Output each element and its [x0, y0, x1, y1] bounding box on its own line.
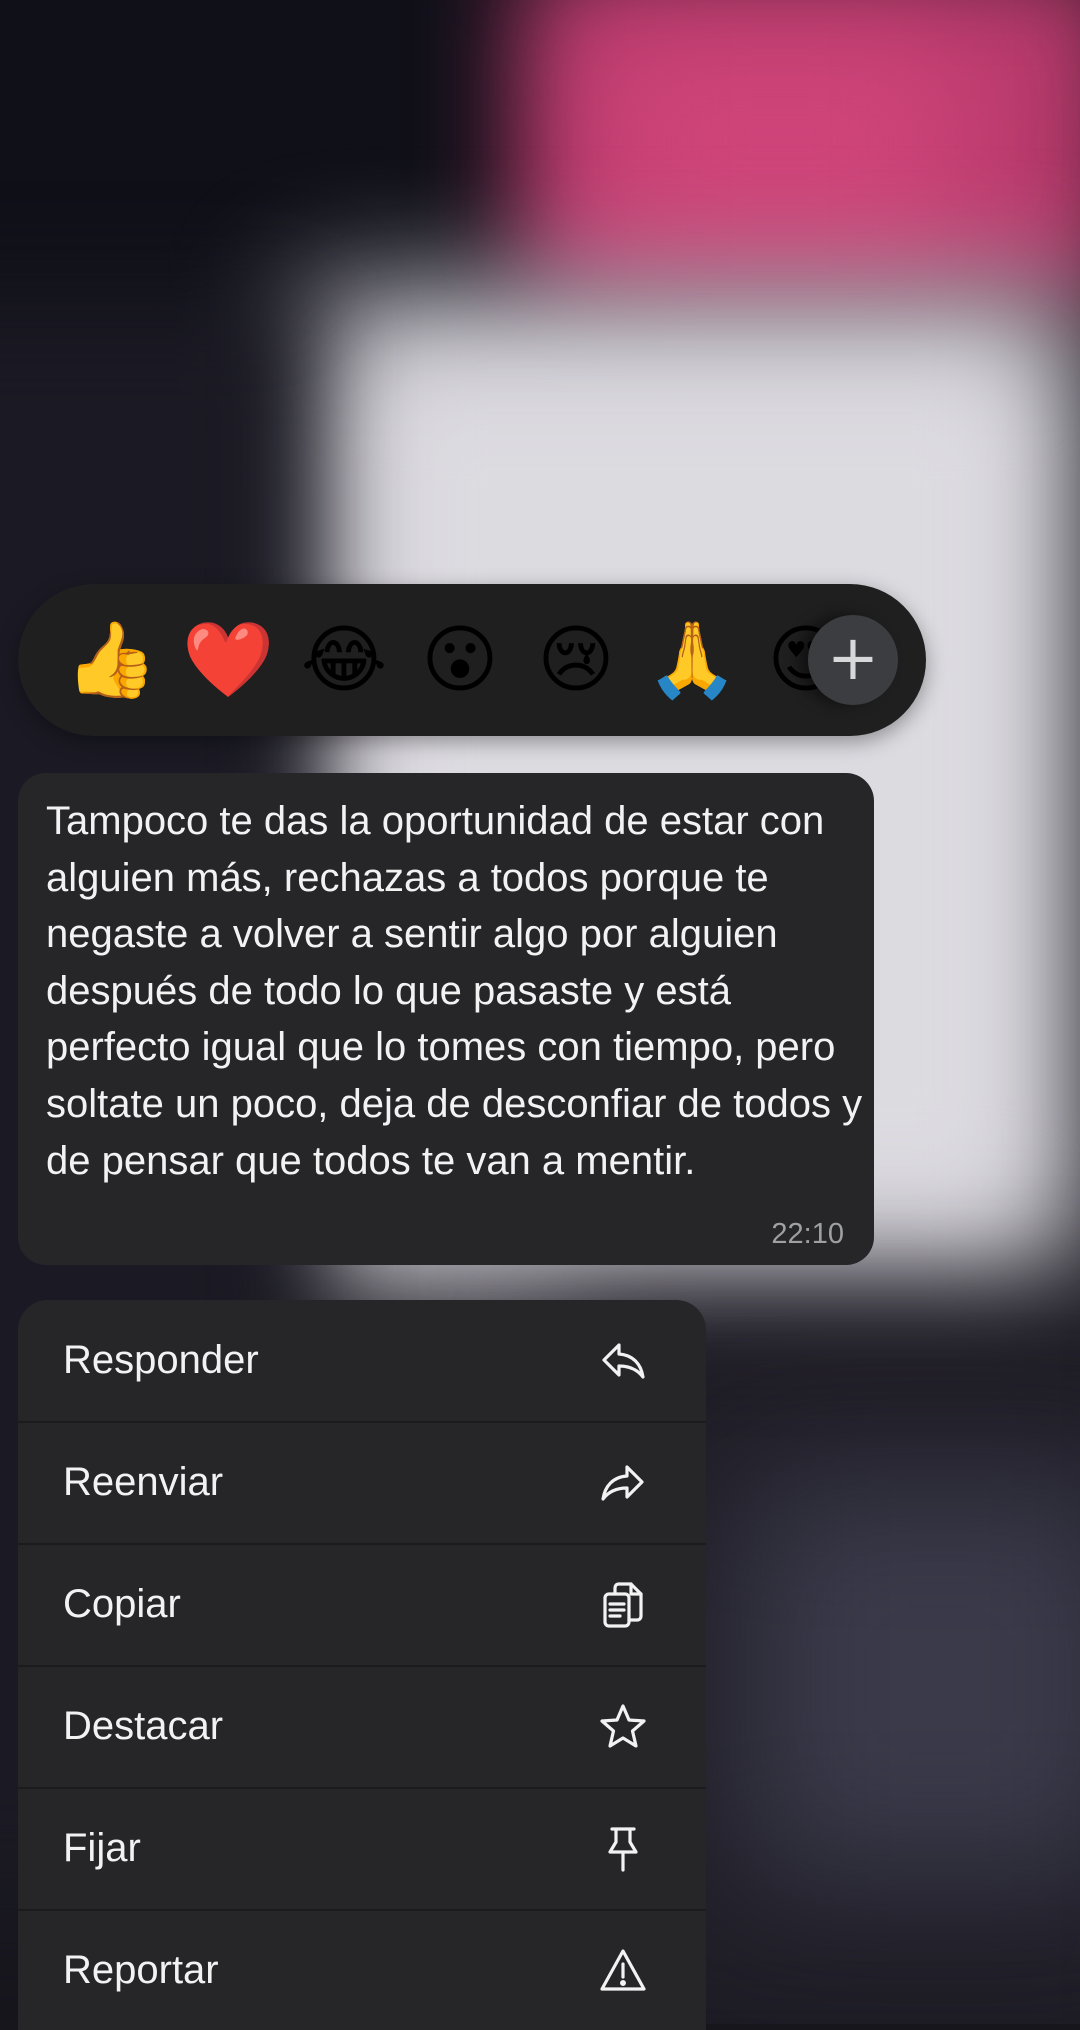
add-reaction-button[interactable]: +: [808, 615, 898, 705]
message-timestamp: 22:10: [771, 1218, 844, 1250]
menu-item-label: Responder: [63, 1338, 259, 1382]
message-context-menu: Responder Reenviar Copiar Destacar Fijar…: [18, 1300, 706, 2030]
copy-icon: [598, 1580, 648, 1630]
forward-icon: [598, 1458, 648, 1508]
reaction-crying[interactable]: 😢: [530, 614, 622, 706]
menu-item-label: Copiar: [63, 1582, 181, 1626]
reaction-surprised[interactable]: 😮: [414, 614, 506, 706]
warning-icon: [598, 1946, 648, 1996]
reaction-bar: 👍 ❤️ 😂 😮 😢 🙏 😍 +: [18, 584, 926, 736]
menu-item-label: Reenviar: [63, 1460, 224, 1504]
reaction-laughing[interactable]: 😂: [298, 614, 390, 706]
message-bubble[interactable]: Tampoco te das la oportunidad de estar c…: [18, 773, 874, 1265]
menu-item-pin[interactable]: Fijar: [18, 1788, 706, 1909]
reaction-praying[interactable]: 🙏: [646, 614, 738, 706]
reaction-heart[interactable]: ❤️: [182, 614, 274, 706]
menu-item-copy[interactable]: Copiar: [18, 1544, 706, 1665]
menu-item-report[interactable]: Reportar: [18, 1910, 706, 2030]
menu-item-label: Fijar: [63, 1826, 141, 1870]
star-icon: [598, 1702, 648, 1752]
reply-icon: [598, 1336, 648, 1386]
reaction-thumbs-up[interactable]: 👍: [65, 614, 157, 706]
menu-item-reply[interactable]: Responder: [18, 1300, 706, 1421]
pin-icon: [598, 1824, 648, 1874]
menu-item-label: Reportar: [63, 1948, 219, 1992]
menu-item-star[interactable]: Destacar: [18, 1666, 706, 1787]
menu-item-forward[interactable]: Reenviar: [18, 1422, 706, 1543]
message-text: Tampoco te das la oportunidad de estar c…: [46, 799, 863, 1183]
menu-item-label: Destacar: [63, 1704, 224, 1748]
